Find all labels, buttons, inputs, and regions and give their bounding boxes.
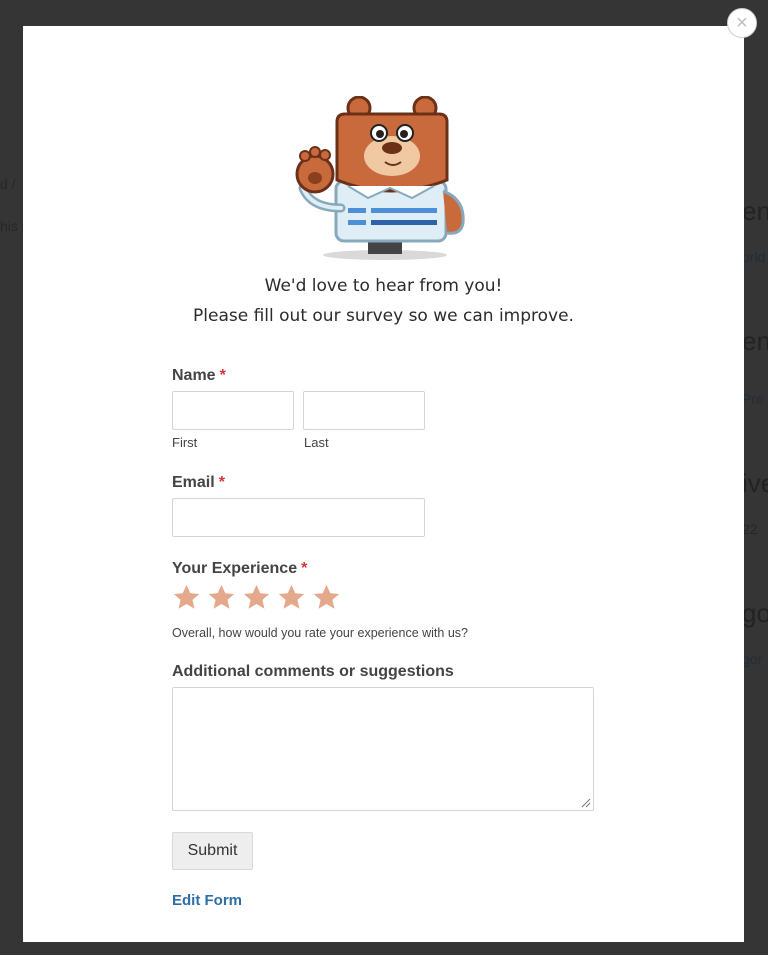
experience-label-text: Your Experience [172, 560, 298, 577]
last-name-input[interactable] [303, 391, 425, 430]
email-input[interactable] [172, 498, 425, 537]
resize-grip-icon[interactable] [581, 798, 591, 808]
experience-field-label: Your Experience * [172, 560, 307, 578]
comments-textarea[interactable] [172, 687, 594, 811]
email-label-text: Email [172, 474, 215, 491]
required-asterisk: * [301, 560, 308, 577]
star-icon[interactable] [207, 583, 236, 612]
first-name-input[interactable] [172, 391, 294, 430]
star-icon[interactable] [172, 583, 201, 612]
close-modal-button[interactable]: × [727, 8, 757, 38]
required-asterisk: * [218, 474, 225, 491]
star-icon[interactable] [312, 583, 341, 612]
experience-description: Overall, how would you rate your experie… [172, 626, 468, 640]
star-rating [172, 583, 341, 612]
email-field-label: Email * [172, 474, 225, 492]
intro-line-1: We'd love to hear from you! [264, 276, 503, 296]
survey-intro: We'd love to hear from you! Please fill … [23, 271, 744, 331]
name-field-label: Name * [172, 367, 226, 385]
submit-button[interactable]: Submit [172, 832, 253, 870]
name-label-text: Name [172, 367, 216, 384]
intro-line-2: Please fill out our survey so we can imp… [193, 306, 574, 326]
bear-mascot-illustration [295, 96, 465, 260]
close-icon: × [736, 12, 748, 34]
survey-modal: We'd love to hear from you! Please fill … [23, 26, 744, 942]
first-name-sublabel: First [172, 435, 198, 450]
last-name-sublabel: Last [304, 435, 329, 450]
star-icon[interactable] [242, 583, 271, 612]
edit-form-link[interactable]: Edit Form [172, 892, 242, 909]
comments-field-label: Additional comments or suggestions [172, 663, 454, 680]
required-asterisk: * [219, 367, 226, 384]
star-icon[interactable] [277, 583, 306, 612]
